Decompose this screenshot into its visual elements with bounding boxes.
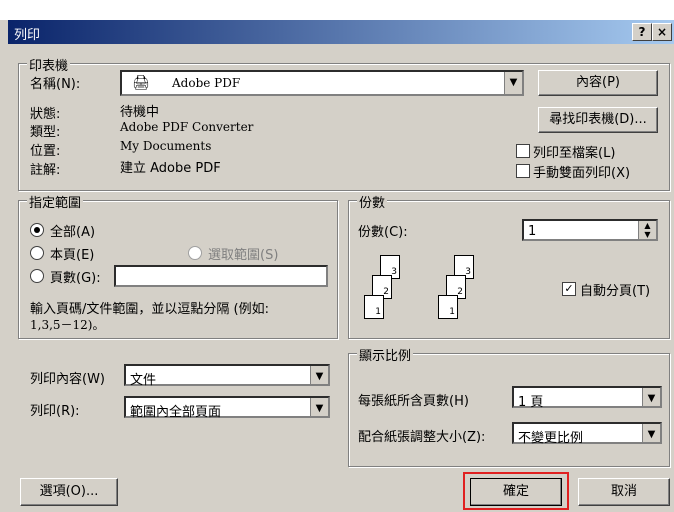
- print-what-label: 列印內容(W): [30, 372, 105, 387]
- chevron-down-icon[interactable]: ▼: [504, 72, 522, 94]
- selection-label: 選取範圍(S): [208, 248, 279, 263]
- find-printer-button[interactable]: 尋找印表機(D)...: [538, 107, 658, 133]
- copies-legend: 份數: [357, 192, 388, 211]
- print-what-value: 文件: [130, 373, 157, 388]
- collate-label: 自動分頁(T): [580, 284, 651, 299]
- page-range-hint-2: 1,3,5－12)。: [30, 318, 105, 332]
- page-range-hint: 輸入頁碼/文件範圍，並以逗點分隔 (例如:: [30, 302, 269, 317]
- pages-per-sheet-select[interactable]: 1 頁 ▼: [512, 386, 662, 410]
- manual-duplex-label: 手動雙面列印(X): [533, 166, 631, 181]
- pages-per-sheet-value: 1 頁: [518, 395, 544, 410]
- chevron-down-icon[interactable]: ▼: [642, 424, 660, 442]
- zoom-group: 顯示比例: [348, 345, 670, 467]
- comment-label: 註解:: [30, 163, 61, 178]
- all-pages-radio[interactable]: [30, 223, 44, 237]
- print-to-file-label: 列印至檔案(L): [533, 146, 616, 161]
- selection-radio[interactable]: [188, 246, 202, 260]
- help-button[interactable]: ?: [632, 23, 652, 41]
- options-button[interactable]: 選項(O)...: [20, 478, 118, 506]
- close-button[interactable]: ×: [652, 23, 672, 41]
- ok-button[interactable]: 確定: [470, 478, 562, 506]
- copies-label: 份數(C):: [358, 225, 408, 240]
- scale-select[interactable]: 不變更比例 ▼: [512, 422, 662, 446]
- scale-label: 配合紙張調整大小(Z):: [358, 430, 486, 445]
- print-range-select[interactable]: 範圍內全部頁面 ▼: [124, 396, 330, 420]
- page-icon: 1: [364, 295, 384, 319]
- printer-icon: 🖨: [132, 75, 150, 91]
- status-value: 待機中: [120, 105, 160, 120]
- print-what-select[interactable]: 文件 ▼: [124, 364, 330, 388]
- status-label: 狀態:: [30, 107, 61, 122]
- type-label: 類型:: [30, 125, 61, 140]
- pages-label: 頁數(G):: [50, 271, 101, 286]
- type-value: Adobe PDF Converter: [120, 120, 254, 134]
- page-icon: 1: [438, 295, 458, 319]
- printer-name-value: Adobe PDF: [172, 76, 241, 90]
- where-value: My Documents: [120, 139, 212, 153]
- background-strip: [0, 0, 674, 20]
- collate-checkbox[interactable]: ✓: [562, 282, 576, 296]
- all-pages-label: 全部(A): [50, 225, 96, 240]
- current-page-label: 本頁(E): [50, 248, 95, 263]
- pages-input[interactable]: [114, 265, 328, 287]
- pages-per-sheet-label: 每張紙所含頁數(H): [358, 394, 469, 409]
- copies-value: 1: [528, 224, 537, 239]
- print-range-value: 範圍內全部頁面: [130, 405, 222, 420]
- chevron-down-icon[interactable]: ▼: [310, 366, 328, 384]
- cancel-button[interactable]: 取消: [578, 478, 670, 506]
- page-range-legend: 指定範圍: [27, 192, 84, 211]
- pages-radio[interactable]: [30, 269, 44, 283]
- zoom-legend: 顯示比例: [357, 345, 414, 364]
- chevron-down-icon[interactable]: ▼: [642, 388, 660, 406]
- printer-name-label: 名稱(N):: [30, 77, 81, 92]
- properties-button[interactable]: 內容(P): [538, 70, 658, 96]
- scale-value: 不變更比例: [518, 431, 584, 446]
- current-page-radio[interactable]: [30, 246, 44, 260]
- manual-duplex-checkbox[interactable]: [516, 164, 530, 178]
- print-range-label: 列印(R):: [30, 404, 80, 419]
- print-to-file-checkbox[interactable]: [516, 144, 530, 158]
- where-label: 位置:: [30, 144, 61, 159]
- comment-value: 建立 Adobe PDF: [120, 161, 221, 176]
- printer-legend: 印表機: [27, 55, 71, 74]
- window-title: 列印: [14, 28, 41, 43]
- chevron-down-icon[interactable]: ▼: [310, 398, 328, 416]
- printer-name-select[interactable]: 🖨 Adobe PDF ▼: [120, 70, 524, 96]
- spinner-arrows-icon[interactable]: ▲ ▼: [638, 221, 656, 239]
- print-dialog: 列印 ? × 印表機 名稱(N): 🖨 Adobe PDF ▼ 內容(P) 狀態…: [0, 0, 674, 512]
- title-bar[interactable]: 列印 ? ×: [8, 20, 674, 44]
- copies-spinner[interactable]: 1 ▲ ▼: [522, 219, 658, 241]
